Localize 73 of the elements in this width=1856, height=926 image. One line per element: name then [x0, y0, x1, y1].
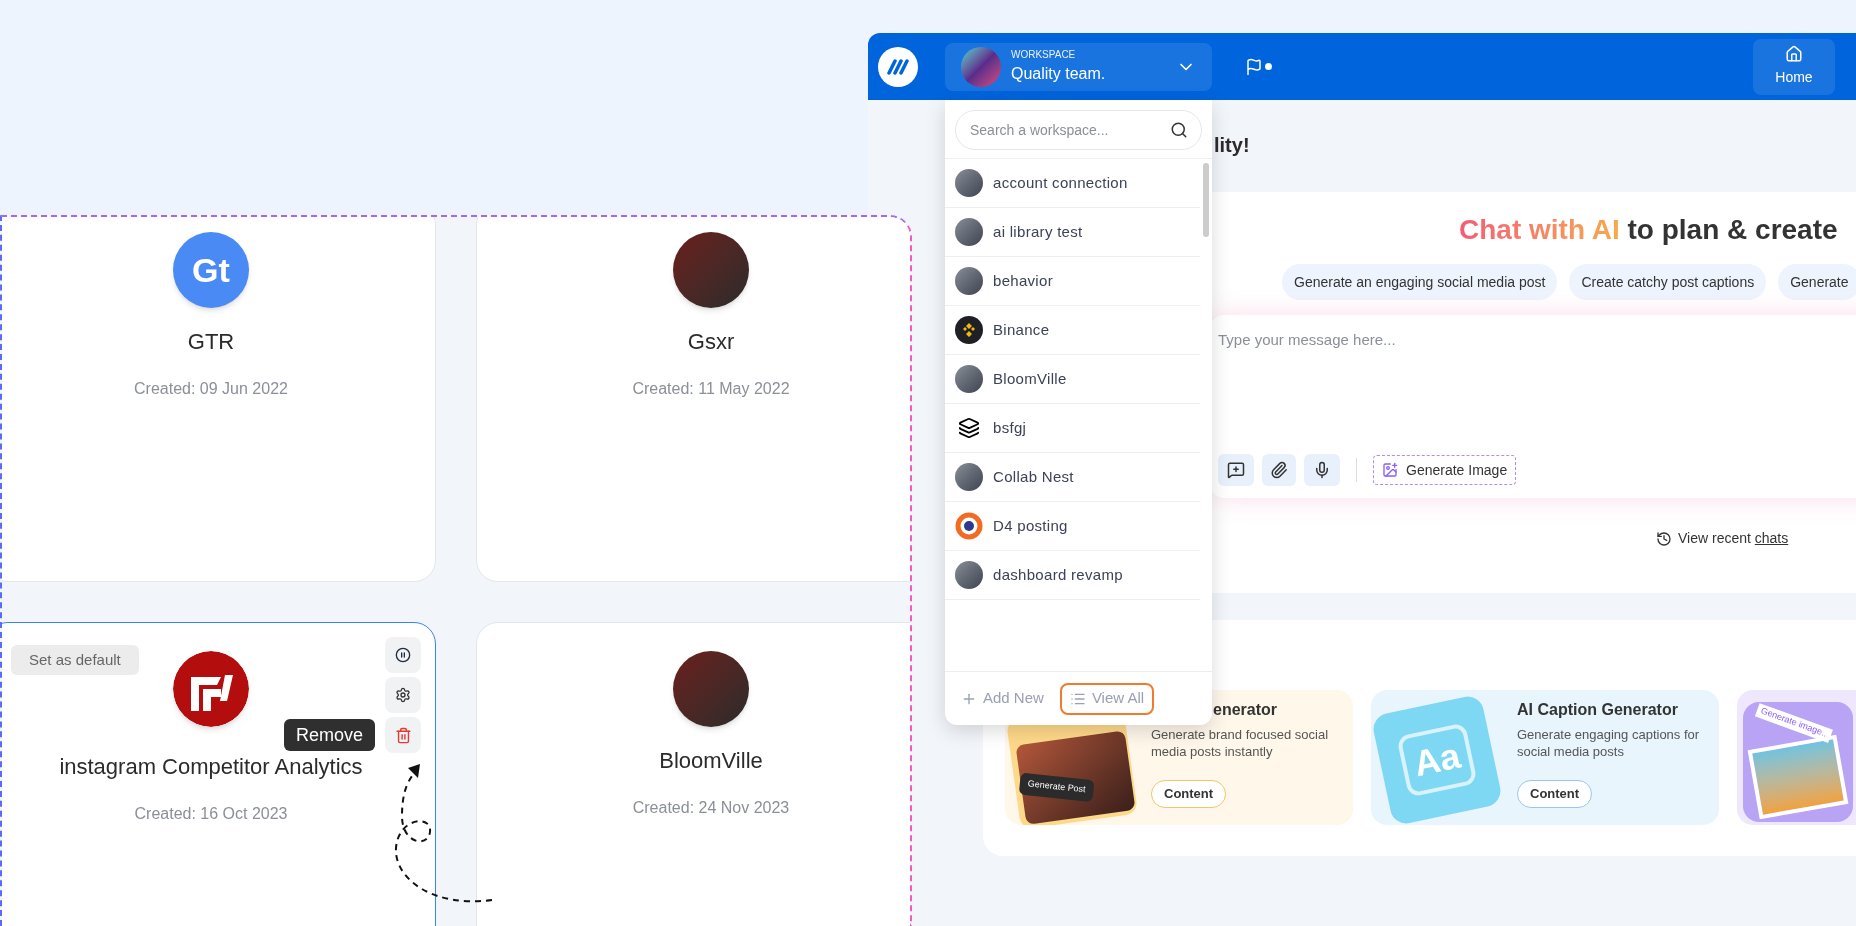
pause-icon — [395, 647, 411, 663]
ai-chat-button[interactable] — [1218, 454, 1254, 486]
workspace-name: GTR — [187, 328, 235, 356]
created-date: Created: 24 Nov 2023 — [632, 798, 790, 818]
workspace-card[interactable]: instagram Competitor Analytics Created: 16 Oct 2023 Set as default Remove — [2, 622, 436, 926]
chats-link[interactable]: chats — [1754, 530, 1789, 546]
search-icon — [1170, 121, 1188, 139]
diamond-logo-icon — [955, 316, 983, 344]
chat-heading: Chat with AI to plan & create — [1459, 213, 1839, 247]
photo-placeholder — [955, 365, 983, 393]
paperclip-icon — [1270, 461, 1288, 479]
workspace-list-item[interactable]: account connection — [945, 159, 1200, 208]
greeting: lity! — [1214, 133, 1251, 158]
workspace-list-item[interactable]: D4 posting — [945, 502, 1200, 551]
photo-placeholder — [961, 46, 1001, 87]
tool-card[interactable]: Aa AI Caption Generator Generate engaging captions for social media posts Content — [1371, 690, 1719, 825]
message-input[interactable]: Type your message here... — [1218, 327, 1856, 351]
content-tag: Content — [1151, 780, 1227, 808]
workspace-list-item[interactable]: dashboard revamp — [945, 551, 1200, 600]
tool-description: Generate engaging captions for social media posts — [1517, 726, 1701, 760]
monogram-avatar: Gt — [173, 232, 249, 308]
art-label: Aa — [1396, 722, 1478, 798]
layers-icon — [958, 417, 980, 439]
workspace-card[interactable]: Gsxr Created: 11 May 2022 — [476, 217, 910, 582]
microphone-button[interactable] — [1304, 454, 1340, 486]
message-sparkle-icon — [1227, 461, 1245, 479]
workspace-selector[interactable]: WORKSPACE Quality team. — [945, 42, 1212, 91]
workspace-label: WORKSPACE — [1011, 48, 1077, 62]
workspace-name: BloomVille — [659, 747, 763, 775]
image-plus-icon — [1382, 462, 1398, 478]
tool-description: Generate brand focused social media posts instantly — [1151, 726, 1330, 760]
workspace-list-item[interactable]: Binance — [945, 306, 1200, 355]
workspace-card[interactable]: Gt GTR Created: 09 Jun 2022 — [2, 217, 436, 582]
app-logo — [878, 46, 918, 87]
recent-chats-text: View recent chats — [1678, 529, 1789, 548]
attach-button[interactable] — [1262, 454, 1296, 486]
photo-placeholder — [955, 169, 983, 197]
workspace-list-item[interactable]: ai library test — [945, 208, 1200, 257]
workspace-list-item[interactable]: Collab Nest — [945, 453, 1200, 502]
photo-placeholder — [955, 267, 983, 295]
suggestion-chip[interactable]: Create catchy post captions — [1569, 264, 1767, 300]
suggestion-chip[interactable]: Generate — [1778, 264, 1856, 300]
nav-tab[interactable]: Home — [1753, 38, 1835, 95]
tool-title: enerator — [1213, 700, 1279, 720]
settings-icon — [395, 687, 411, 703]
created-date: Created: 11 May 2022 — [632, 379, 790, 399]
workspace-name: Quality team. — [1011, 64, 1107, 84]
workspace-name: instagram Competitor Analytics — [59, 753, 363, 781]
photo-placeholder — [955, 561, 983, 589]
generate-image-button[interactable]: Generate Image — [1373, 455, 1517, 485]
set-default-button[interactable]: Set as default — [11, 645, 139, 675]
history-icon — [1656, 530, 1672, 547]
photo-placeholder — [955, 463, 983, 491]
microphone-icon — [1313, 461, 1331, 479]
content-tag: Content — [1517, 780, 1593, 808]
workspace-list-item[interactable]: behavior — [945, 257, 1200, 306]
flag-button[interactable] — [1245, 57, 1272, 76]
tooltip: Remove — [283, 719, 375, 751]
suggestion-chip[interactable]: Generate an engaging social media post — [1282, 264, 1558, 300]
created-date: Created: 09 Jun 2022 — [134, 379, 288, 399]
home-icon — [1785, 45, 1803, 63]
workspace-list-item[interactable]: BloomVille — [945, 355, 1200, 404]
workspace-name: Gsxr — [687, 328, 735, 356]
workspace-list-item[interactable]: bsfgj — [945, 404, 1200, 453]
action-button[interactable] — [385, 637, 421, 673]
tool-title: AI Caption Generator — [1517, 700, 1679, 720]
workspace-card[interactable]: BloomVille Created: 24 Nov 2023 — [476, 622, 910, 926]
search-field[interactable]: Search a workspace... — [955, 110, 1202, 150]
created-date: Created: 16 Oct 2023 — [134, 804, 288, 824]
action-button[interactable] — [385, 677, 421, 713]
ring-logo-icon — [955, 512, 983, 540]
photo-placeholder — [955, 218, 983, 246]
trash-icon — [394, 726, 412, 744]
